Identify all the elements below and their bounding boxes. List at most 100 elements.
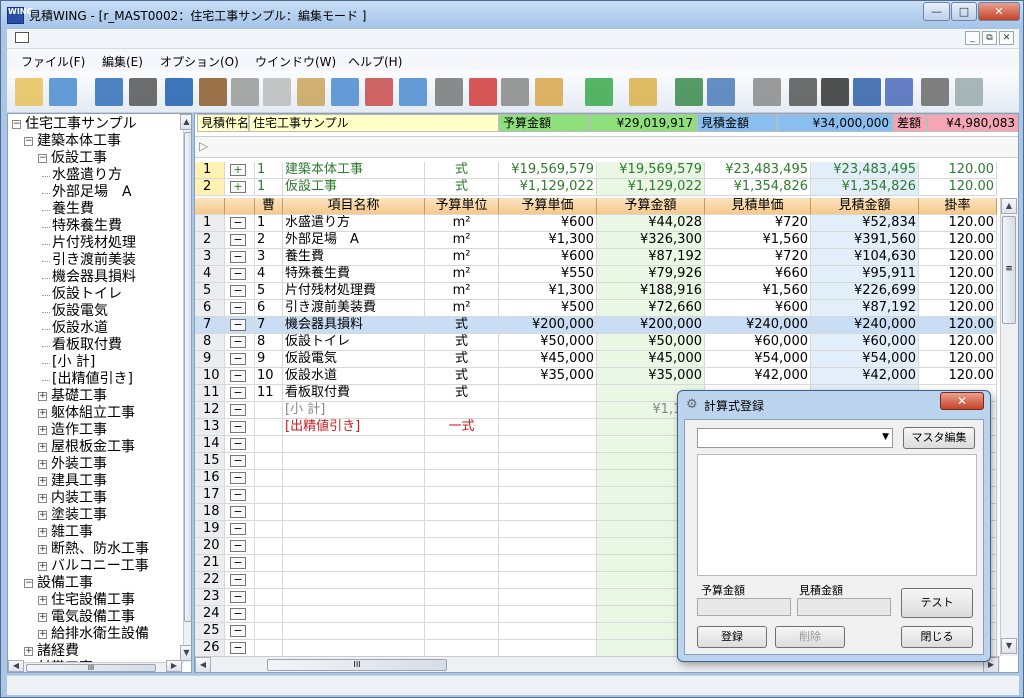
- scroll-right-button[interactable]: ▶: [166, 660, 182, 672]
- item-name[interactable]: 仮設水道: [283, 368, 425, 385]
- row-number[interactable]: 16: [195, 470, 225, 487]
- close-x-icon[interactable]: [165, 78, 193, 106]
- collapse-row-button[interactable]: −: [230, 455, 246, 467]
- row-code[interactable]: [255, 572, 283, 589]
- row-code[interactable]: [255, 453, 283, 470]
- row-code[interactable]: 1: [255, 179, 283, 196]
- monitor-icon[interactable]: [49, 78, 77, 106]
- budget-unit[interactable]: [425, 623, 499, 640]
- budget-amount[interactable]: ¥188,916: [597, 283, 705, 300]
- item-name[interactable]: [283, 521, 425, 538]
- tree-item[interactable]: 仮設工事: [51, 150, 107, 167]
- item-name[interactable]: 特殊養生費: [283, 266, 425, 283]
- budget-price[interactable]: [499, 419, 597, 436]
- item-name[interactable]: [283, 504, 425, 521]
- item-name[interactable]: [小 計]: [283, 402, 425, 419]
- row-symbol[interactable]: −: [225, 436, 255, 453]
- grid-scroll-thumb[interactable]: ≡: [1002, 216, 1016, 324]
- document-icon[interactable]: [15, 32, 29, 43]
- rate[interactable]: 120.00: [919, 266, 997, 283]
- item-name[interactable]: [283, 572, 425, 589]
- budget-unit[interactable]: 一式: [425, 419, 499, 436]
- column-header[interactable]: 予算単価: [499, 198, 597, 215]
- grid-vertical-scrollbar[interactable]: ▲ ≡ ▼: [1000, 198, 1018, 656]
- item-name[interactable]: [283, 589, 425, 606]
- rate[interactable]: 120.00: [919, 179, 997, 196]
- budget-unit[interactable]: [425, 504, 499, 521]
- row-symbol[interactable]: −: [225, 283, 255, 300]
- budget-price[interactable]: [499, 589, 597, 606]
- rate[interactable]: 120.00: [919, 368, 997, 385]
- budget-unit[interactable]: [425, 589, 499, 606]
- tree-item[interactable]: 設備工事: [37, 575, 93, 592]
- budget-price[interactable]: [499, 385, 597, 402]
- budget-price[interactable]: ¥550: [499, 266, 597, 283]
- tree-item[interactable]: 機会器具損料: [52, 269, 136, 286]
- row-number[interactable]: 18: [195, 504, 225, 521]
- budget-price[interactable]: ¥35,000: [499, 368, 597, 385]
- collapse-row-button[interactable]: −: [230, 438, 246, 450]
- tree-item[interactable]: [出精値引き]: [52, 371, 133, 388]
- estimate-amount[interactable]: ¥42,000: [811, 368, 919, 385]
- rate[interactable]: 120.00: [919, 283, 997, 300]
- column-header[interactable]: 見積単価: [705, 198, 811, 215]
- tree-item[interactable]: 建具工事: [51, 473, 107, 490]
- row-number[interactable]: 20: [195, 538, 225, 555]
- expand-icon[interactable]: +: [38, 511, 47, 520]
- row-number[interactable]: 22: [195, 572, 225, 589]
- tree-item[interactable]: 住宅工事サンプル: [25, 116, 137, 133]
- table-row[interactable]: 8−8 仮設トイレ式 ¥50,000 ¥50,000 ¥60,000 ¥60,000 120…: [195, 334, 1000, 351]
- estimate-price[interactable]: ¥240,000: [705, 317, 811, 334]
- row-symbol[interactable]: −: [225, 487, 255, 504]
- row-symbol[interactable]: −: [225, 368, 255, 385]
- note-icon[interactable]: [955, 78, 983, 106]
- row-code[interactable]: 3: [255, 249, 283, 266]
- tree-item[interactable]: 仮設トイレ: [52, 286, 122, 303]
- row-code[interactable]: 5: [255, 283, 283, 300]
- row-symbol[interactable]: −: [225, 249, 255, 266]
- estimate-amount[interactable]: ¥240,000: [811, 317, 919, 334]
- item-name[interactable]: [283, 453, 425, 470]
- row-code[interactable]: 7: [255, 317, 283, 334]
- budget-unit[interactable]: 式: [425, 162, 499, 179]
- row-number[interactable]: 26: [195, 640, 225, 656]
- keyboard2-icon[interactable]: [821, 78, 849, 106]
- column-header[interactable]: 項目名称: [283, 198, 425, 215]
- expand-icon[interactable]: +: [38, 409, 47, 418]
- budget-amount[interactable]: ¥200,000: [597, 317, 705, 334]
- budget-unit[interactable]: [425, 487, 499, 504]
- column-header[interactable]: 予算単位: [425, 198, 499, 215]
- row-number[interactable]: 4: [195, 266, 225, 283]
- row-number[interactable]: 7: [195, 317, 225, 334]
- row-code[interactable]: [255, 487, 283, 504]
- row-symbol[interactable]: −: [225, 589, 255, 606]
- budget-price[interactable]: ¥500: [499, 300, 597, 317]
- collapse-icon[interactable]: −: [24, 137, 33, 146]
- column-header[interactable]: [225, 198, 255, 215]
- item-name[interactable]: 仮設電気: [283, 351, 425, 368]
- estimate-amount[interactable]: ¥1,354,826: [811, 179, 919, 196]
- expand-icon[interactable]: +: [38, 630, 47, 639]
- estimate-price[interactable]: ¥54,000: [705, 351, 811, 368]
- estimate-amount[interactable]: ¥226,699: [811, 283, 919, 300]
- row-symbol[interactable]: −: [225, 470, 255, 487]
- table-row[interactable]: 1−1 水盛遣り方 m² ¥600 ¥44,028 ¥720 ¥52,834 120.00: [195, 215, 1000, 232]
- item-name[interactable]: 仮設トイレ: [283, 334, 425, 351]
- budget-unit[interactable]: [425, 640, 499, 656]
- budget-price[interactable]: [499, 606, 597, 623]
- rate[interactable]: 120.00: [919, 249, 997, 266]
- grid-scroll-up-button[interactable]: ▲: [1001, 198, 1017, 214]
- budget-price[interactable]: ¥600: [499, 215, 597, 232]
- estimate-price[interactable]: ¥660: [705, 266, 811, 283]
- expand-icon[interactable]: +: [24, 647, 33, 656]
- tree-hscroll-thumb[interactable]: III: [26, 664, 156, 672]
- grid-scroll-down-button[interactable]: ▼: [1001, 638, 1017, 654]
- item-name[interactable]: 外部足場 A: [283, 232, 425, 249]
- register-button[interactable]: 登録: [697, 626, 767, 648]
- mdi-restore-button[interactable]: ⧉: [982, 31, 997, 45]
- table-row[interactable]: 3−3 養生費 m² ¥600 ¥87,192 ¥720 ¥104,630 120.00: [195, 249, 1000, 266]
- budget-price[interactable]: [499, 623, 597, 640]
- budget-price[interactable]: [499, 487, 597, 504]
- expand-icon[interactable]: +: [38, 562, 47, 571]
- expand-icon[interactable]: +: [38, 392, 47, 401]
